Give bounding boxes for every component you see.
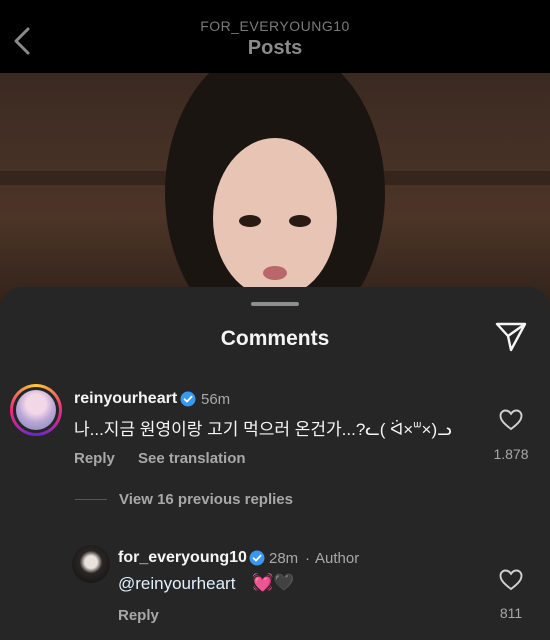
reply-button[interactable]: Reply xyxy=(118,607,159,624)
comment-text: 나...지금 원영이랑 고기 먹으러 온건가...?ᓚ( ᐛ×ᐜ×)ᓗ xyxy=(74,420,452,439)
see-translation-button[interactable]: See translation xyxy=(138,450,246,467)
like-heart-icon[interactable] xyxy=(499,569,523,591)
like-count: 1.878 xyxy=(493,446,529,462)
avatar[interactable] xyxy=(10,384,62,436)
reply-emojis: 💓🖤 xyxy=(252,573,295,592)
comment-username[interactable]: reinyourheart xyxy=(74,390,177,408)
author-tag: Author xyxy=(315,550,360,567)
replies-divider-line xyxy=(75,499,107,500)
like-count: 811 xyxy=(499,605,523,621)
reply-button[interactable]: Reply xyxy=(74,450,115,467)
send-icon[interactable] xyxy=(494,321,528,353)
drag-handle[interactable] xyxy=(251,302,299,306)
meta-separator: · xyxy=(305,550,310,567)
account-name: FOR_EVERYOUNG10 xyxy=(200,18,350,34)
like-heart-icon[interactable] xyxy=(499,409,523,431)
view-previous-replies-button[interactable]: View 16 previous replies xyxy=(119,491,293,508)
reply-mention[interactable]: @reinyourheart xyxy=(118,574,235,594)
verified-badge-icon xyxy=(180,391,196,407)
comment-time: 56m xyxy=(201,391,231,408)
reply-username[interactable]: for_everyoung10 xyxy=(118,549,247,567)
reply-time: 28m xyxy=(269,550,299,567)
page-title: Posts xyxy=(247,37,303,59)
reply-avatar[interactable] xyxy=(72,545,110,583)
verified-badge-icon xyxy=(249,550,265,566)
comments-sheet: Comments reinyourheart 56m 나...지금 원영이랑 고… xyxy=(0,287,550,640)
comments-title: Comments xyxy=(220,327,330,350)
top-bar: FOR_EVERYOUNG10 Posts xyxy=(0,0,550,73)
